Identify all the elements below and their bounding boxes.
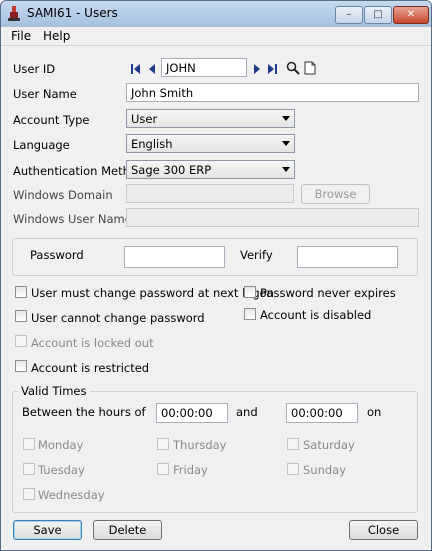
must-change-password-label: User must change password at next logon xyxy=(31,286,274,300)
wednesday-checkbox[interactable] xyxy=(23,488,35,500)
must-change-password-checkbox[interactable] xyxy=(15,286,27,298)
form-area: User ID JOHN User Name John Smith Accoun… xyxy=(1,46,431,550)
close-button[interactable]: Close xyxy=(349,520,418,540)
user-name-input[interactable]: John Smith xyxy=(126,83,419,102)
sunday-label: Sunday xyxy=(303,463,347,477)
menu-bar: File Help xyxy=(1,27,431,46)
password-input[interactable] xyxy=(124,246,225,268)
between-hours-label: Between the hours of xyxy=(22,405,146,419)
windows-domain-label: Windows Domain xyxy=(13,188,113,202)
user-name-label: User Name xyxy=(13,87,77,101)
time-from-input[interactable]: 00:00:00 xyxy=(156,403,228,423)
menu-file[interactable]: File xyxy=(11,29,31,43)
cannot-change-password-checkbox[interactable] xyxy=(15,310,27,322)
previous-record-icon[interactable] xyxy=(147,63,157,75)
windows-domain-input[interactable] xyxy=(126,184,294,203)
monday-label: Monday xyxy=(38,438,84,452)
tuesday-checkbox[interactable] xyxy=(23,463,35,475)
restricted-label: Account is restricted xyxy=(31,361,150,375)
language-label: Language xyxy=(13,138,70,152)
account-type-label: Account Type xyxy=(13,113,90,127)
and-label: and xyxy=(236,405,258,419)
account-type-select[interactable]: User xyxy=(126,109,295,128)
search-icon[interactable] xyxy=(286,61,300,75)
thursday-checkbox[interactable] xyxy=(157,438,169,450)
auth-method-value: Sage 300 ERP xyxy=(131,163,212,177)
auth-method-label: Authentication Method xyxy=(13,164,145,178)
last-record-icon[interactable] xyxy=(266,63,280,75)
browse-button[interactable]: Browse xyxy=(301,184,370,204)
monday-checkbox[interactable] xyxy=(23,438,35,450)
friday-label: Friday xyxy=(173,463,208,477)
never-expires-checkbox[interactable] xyxy=(244,286,256,298)
never-expires-label: Password never expires xyxy=(260,286,396,300)
valid-times-legend: Valid Times xyxy=(18,384,90,398)
restricted-checkbox[interactable] xyxy=(15,360,27,372)
account-disabled-label: Account is disabled xyxy=(260,308,372,322)
chevron-down-icon xyxy=(282,116,290,121)
chevron-down-icon xyxy=(282,141,290,146)
account-type-value: User xyxy=(131,112,158,126)
saturday-checkbox[interactable] xyxy=(287,438,299,450)
save-button[interactable]: Save xyxy=(13,520,82,540)
cannot-change-password-label: User cannot change password xyxy=(31,311,205,325)
users-window: SAMI61 - Users – □ ✕ File Help User ID J… xyxy=(0,0,432,551)
new-document-icon[interactable] xyxy=(304,61,316,75)
language-select[interactable]: English xyxy=(126,134,295,153)
thursday-label: Thursday xyxy=(173,438,227,452)
language-value: English xyxy=(131,137,173,151)
saturday-label: Saturday xyxy=(303,438,355,452)
friday-checkbox[interactable] xyxy=(157,463,169,475)
wednesday-label: Wednesday xyxy=(38,488,105,502)
account-disabled-checkbox[interactable] xyxy=(244,308,256,320)
verify-input[interactable] xyxy=(297,246,398,268)
password-label: Password xyxy=(30,248,84,262)
verify-label: Verify xyxy=(240,248,273,262)
app-icon xyxy=(8,6,20,21)
close-window-button[interactable]: ✕ xyxy=(393,6,429,24)
on-label: on xyxy=(367,405,382,419)
user-id-input[interactable]: JOHN xyxy=(161,58,247,77)
next-record-icon[interactable] xyxy=(252,63,262,75)
tuesday-label: Tuesday xyxy=(38,463,85,477)
window-title: SAMI61 - Users xyxy=(27,6,118,20)
windows-user-name-input[interactable] xyxy=(126,208,419,227)
locked-out-checkbox[interactable] xyxy=(15,335,27,347)
windows-user-name-label: Windows User Name xyxy=(13,212,132,226)
chevron-down-icon xyxy=(282,167,290,172)
minimize-button[interactable]: – xyxy=(335,6,363,24)
maximize-button[interactable]: □ xyxy=(364,6,392,24)
locked-out-label: Account is locked out xyxy=(31,336,154,350)
title-bar: SAMI61 - Users – □ ✕ xyxy=(1,1,431,28)
sunday-checkbox[interactable] xyxy=(287,463,299,475)
auth-method-select[interactable]: Sage 300 ERP xyxy=(126,160,295,179)
time-to-input[interactable]: 00:00:00 xyxy=(286,403,358,423)
user-id-label: User ID xyxy=(13,62,56,76)
delete-button[interactable]: Delete xyxy=(93,520,162,540)
menu-help[interactable]: Help xyxy=(43,29,70,43)
